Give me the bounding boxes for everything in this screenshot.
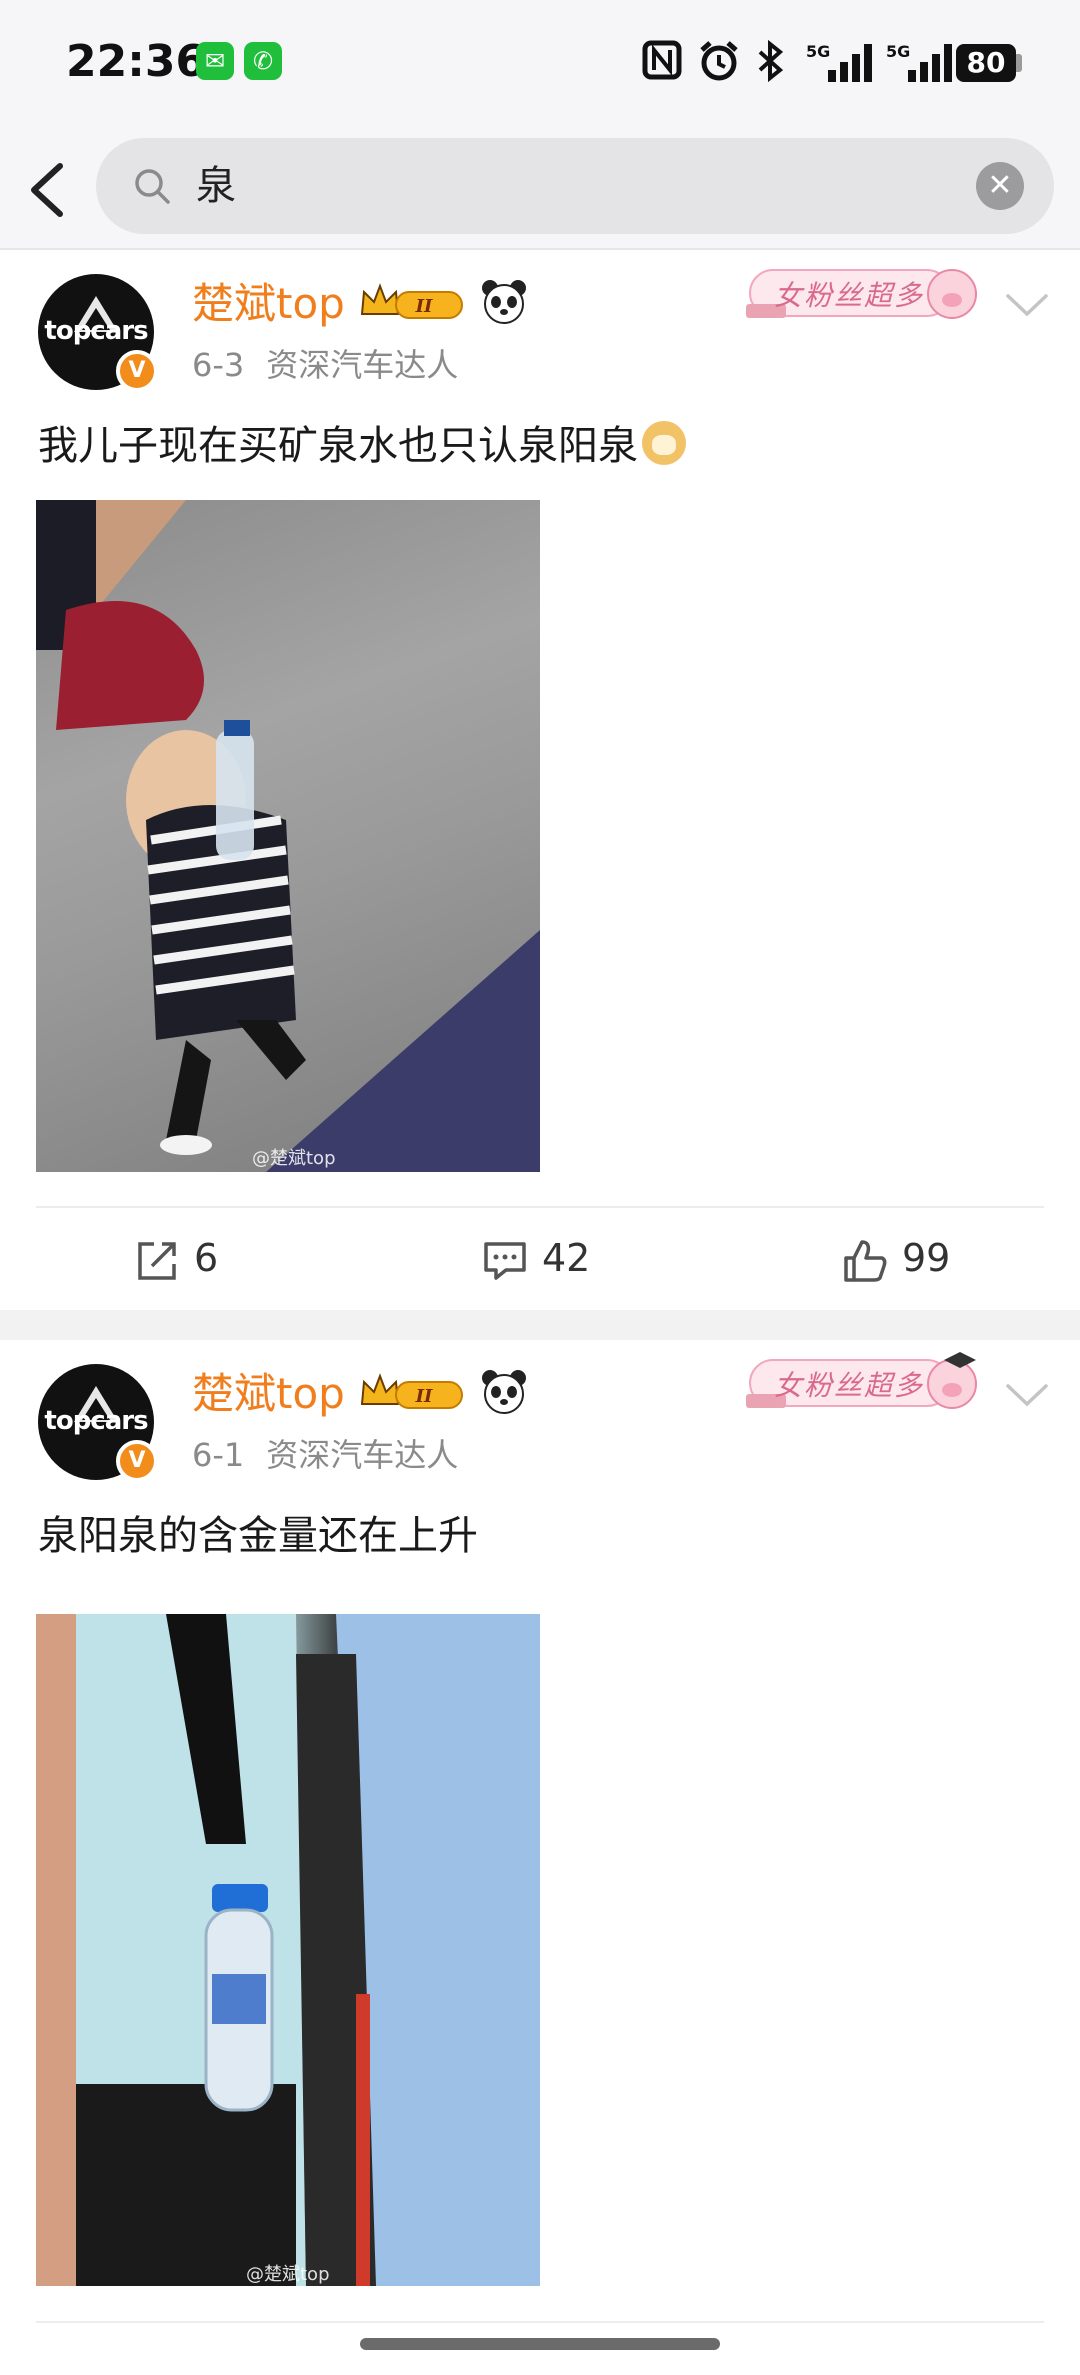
screen: 22:36 ✉ ✆ 5G 5G 80 泉 ✕ topcars V 楚斌top I… [0, 0, 1080, 2375]
status-time: 22:36 [66, 36, 207, 87]
search-input[interactable]: 泉 ✕ [96, 138, 1054, 234]
network-type: 5G [886, 42, 911, 61]
post-meta: 6-3 资深汽车达人 [192, 342, 458, 388]
like-count: 99 [902, 1236, 951, 1280]
fan-badge: 女粉丝超多 [746, 260, 994, 332]
search-header: 泉 ✕ [0, 130, 1080, 250]
panda-icon [482, 1370, 526, 1414]
network-type: 5G [806, 42, 831, 61]
comment-icon [484, 1242, 526, 1280]
verified-badge: V [116, 350, 158, 392]
post-card[interactable]: topcars V 楚斌top II 6-3 资深汽车达人 女粉丝超多 我儿子现… [0, 250, 1080, 1310]
chevron-down-icon[interactable] [1004, 290, 1050, 320]
post-image[interactable]: @楚斌top [36, 500, 540, 1172]
post-meta: 6-1 资深汽车达人 [192, 1432, 458, 1478]
image-watermark: @楚斌top [246, 2264, 330, 2285]
post-date: 6-1 [192, 1436, 245, 1474]
back-button[interactable] [20, 152, 80, 228]
status-bar: 22:36 ✉ ✆ 5G 5G 80 [0, 0, 1080, 130]
battery-icon: 80 [956, 44, 1016, 82]
svg-text:II: II [415, 296, 433, 317]
bluetooth-icon [754, 39, 788, 84]
clear-button[interactable]: ✕ [976, 162, 1024, 210]
repost-icon [138, 1242, 176, 1280]
back-icon [31, 163, 63, 217]
child-photo [36, 500, 540, 1172]
post-text: 我儿子现在买矿泉水也只认泉阳泉 [38, 416, 686, 476]
battery-tip [1016, 54, 1022, 72]
user-tag: 资深汽车达人 [266, 1436, 459, 1474]
post-text: 泉阳泉的含金量还在上升 [38, 1513, 478, 1559]
post-separator [0, 1310, 1080, 1340]
image-watermark: @楚斌top [252, 1148, 336, 1169]
post-card[interactable]: topcars V 楚斌top II 6-1 资深汽车达人 女粉丝超多 泉阳泉的… [0, 1340, 1080, 2375]
home-indicator[interactable] [360, 2338, 720, 2350]
dog-emoji-icon [642, 421, 686, 465]
clear-icon: ✕ [987, 168, 1013, 203]
water-bottle-photo [36, 1614, 540, 2286]
thumbs-up-icon [844, 1240, 887, 1282]
username[interactable]: 楚斌top [192, 274, 345, 334]
crown-badge-icon: II [360, 283, 463, 319]
divider [36, 2321, 1044, 2323]
post-date: 6-3 [192, 346, 245, 384]
avatar-text: topcars [44, 316, 148, 346]
svg-text:II: II [415, 1386, 433, 1407]
username[interactable]: 楚斌top [192, 1364, 345, 1424]
post-image[interactable]: @楚斌top [36, 1614, 540, 2286]
comment-count: 42 [542, 1236, 591, 1280]
action-bar: 6 42 99 [0, 1208, 1080, 1308]
search-query[interactable]: 泉 [196, 158, 236, 214]
user-tag: 资深汽车达人 [266, 346, 459, 384]
alarm-icon [698, 40, 740, 84]
fan-badge-text: 女粉丝超多 [774, 1369, 925, 1402]
chevron-down-icon[interactable] [1004, 1380, 1050, 1410]
nfc-icon [642, 40, 682, 84]
verified-badge: V [116, 1440, 158, 1482]
fan-badge-text: 女粉丝超多 [774, 279, 925, 312]
phone-icon: ✆ [244, 42, 282, 80]
search-icon [135, 169, 170, 204]
repost-count: 6 [194, 1236, 219, 1280]
wechat-icon: ✉ [196, 42, 234, 80]
crown-badge-icon: II [360, 1373, 463, 1409]
avatar-text: topcars [44, 1406, 148, 1436]
panda-icon [482, 280, 526, 324]
fan-badge: 女粉丝超多 [746, 1350, 994, 1422]
